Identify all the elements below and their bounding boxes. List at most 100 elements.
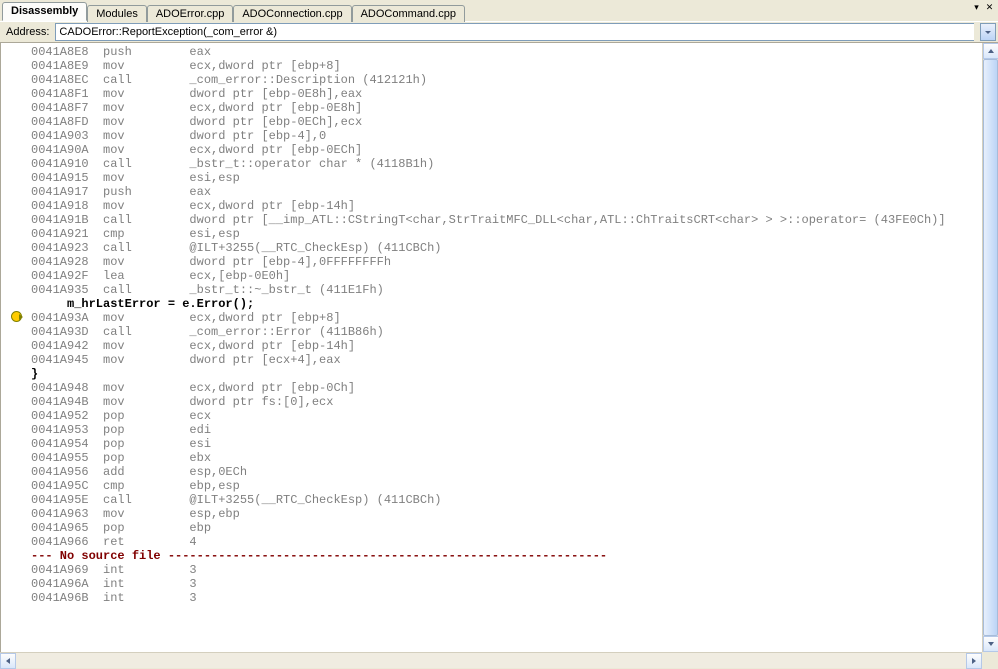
line-text: 0041A915 mov esi,esp	[31, 171, 247, 185]
disasm-line[interactable]: 0041A8F7 mov ecx,dword ptr [ebp-0E8h]	[1, 101, 997, 115]
line-text: 0041A8F7 mov ecx,dword ptr [ebp-0E8h]	[31, 101, 369, 115]
line-text: 0041A8F1 mov dword ptr [ebp-0E8h],eax	[31, 87, 369, 101]
line-text: 0041A952 pop ecx	[31, 409, 225, 423]
horizontal-scrollbar[interactable]	[0, 652, 982, 668]
disasm-line[interactable]: 0041A918 mov ecx,dword ptr [ebp-14h]	[1, 199, 997, 213]
current-instruction-icon	[11, 311, 22, 322]
address-dropdown-button[interactable]	[980, 23, 996, 41]
address-bar: Address:	[0, 21, 998, 43]
disasm-line[interactable]: 0041A952 pop ecx	[1, 409, 997, 423]
disasm-line[interactable]: 0041A923 call @ILT+3255(__RTC_CheckEsp) …	[1, 241, 997, 255]
window-controls: ▾ ✕	[970, 2, 996, 14]
line-text: 0041A918 mov ecx,dword ptr [ebp-14h]	[31, 199, 362, 213]
disasm-line[interactable]: 0041A90A mov ecx,dword ptr [ebp-0ECh]	[1, 143, 997, 157]
tab-adoerror[interactable]: ADOError.cpp	[147, 5, 233, 22]
scroll-up-button[interactable]	[983, 43, 998, 59]
line-text: 0041A965 pop ebp	[31, 521, 225, 535]
disasm-line[interactable]: 0041A93A mov ecx,dword ptr [ebp+8]	[1, 311, 997, 325]
disasm-line[interactable]: 0041A8EC call _com_error::Description (4…	[1, 73, 997, 87]
line-text: 0041A903 mov dword ptr [ebp-4],0	[31, 129, 333, 143]
disasm-line[interactable]: 0041A966 ret 4	[1, 535, 997, 549]
disasm-line[interactable]: 0041A8F1 mov dword ptr [ebp-0E8h],eax	[1, 87, 997, 101]
line-text: 0041A93D call _com_error::Error (411B86h…	[31, 325, 391, 339]
disasm-line[interactable]: 0041A8FD mov dword ptr [ebp-0ECh],ecx	[1, 115, 997, 129]
disassembly-view: 0041A8E8 push eax 0041A8E9 mov ecx,dword…	[0, 43, 998, 652]
disasm-line[interactable]: 0041A8E8 push eax	[1, 45, 997, 59]
disasm-line[interactable]: 0041A95E call @ILT+3255(__RTC_CheckEsp) …	[1, 493, 997, 507]
tab-disassembly[interactable]: Disassembly	[2, 2, 87, 21]
line-text: 0041A923 call @ILT+3255(__RTC_CheckEsp) …	[31, 241, 449, 255]
line-text: 0041A921 cmp esi,esp	[31, 227, 247, 241]
tab-bar: Disassembly Modules ADOError.cpp ADOConn…	[0, 0, 998, 21]
disasm-line[interactable]: 0041A954 pop esi	[1, 437, 997, 451]
address-label: Address:	[6, 26, 49, 38]
scrollbar-corner	[982, 652, 998, 668]
disasm-line[interactable]: }	[1, 367, 997, 381]
line-text: 0041A966 ret 4	[31, 535, 225, 549]
disasm-line[interactable]: --- No source file ---------------------…	[1, 549, 997, 563]
line-text: 0041A935 call _bstr_t::~_bstr_t (411E1Fh…	[31, 283, 391, 297]
line-text: 0041A90A mov ecx,dword ptr [ebp-0ECh]	[31, 143, 369, 157]
tab-modules[interactable]: Modules	[87, 5, 147, 22]
disasm-line[interactable]: 0041A903 mov dword ptr [ebp-4],0	[1, 129, 997, 143]
line-text: 0041A955 pop ebx	[31, 451, 225, 465]
disasm-line[interactable]: 0041A928 mov dword ptr [ebp-4],0FFFFFFFF…	[1, 255, 997, 269]
disasm-line[interactable]: 0041A965 pop ebp	[1, 521, 997, 535]
line-text: 0041A96B int 3	[31, 591, 225, 605]
tab-adoconnection[interactable]: ADOConnection.cpp	[233, 5, 351, 22]
arrow-up-icon	[988, 49, 994, 53]
line-text: 0041A94B mov dword ptr fs:[0],ecx	[31, 395, 341, 409]
disasm-line[interactable]: 0041A955 pop ebx	[1, 451, 997, 465]
disasm-line[interactable]: 0041A945 mov dword ptr [ecx+4],eax	[1, 353, 997, 367]
line-text: 0041A954 pop esi	[31, 437, 225, 451]
disasm-line[interactable]: 0041A96B int 3	[1, 591, 997, 605]
dropdown-button[interactable]: ▾	[970, 2, 983, 14]
scroll-left-button[interactable]	[0, 653, 16, 669]
line-text: 0041A969 int 3	[31, 563, 225, 577]
disasm-line[interactable]: 0041A93D call _com_error::Error (411B86h…	[1, 325, 997, 339]
disasm-line[interactable]: 0041A921 cmp esi,esp	[1, 227, 997, 241]
close-button[interactable]: ✕	[983, 2, 996, 14]
gutter	[1, 311, 31, 326]
vertical-scrollbar[interactable]	[982, 43, 998, 652]
line-text: 0041A910 call _bstr_t::operator char * (…	[31, 157, 441, 171]
line-text: 0041A96A int 3	[31, 577, 225, 591]
line-text: --- No source file ---------------------…	[31, 549, 607, 563]
line-text: 0041A8EC call _com_error::Description (4…	[31, 73, 434, 87]
disasm-line[interactable]: 0041A969 int 3	[1, 563, 997, 577]
line-text: 0041A948 mov ecx,dword ptr [ebp-0Ch]	[31, 381, 362, 395]
line-text: 0041A8E8 push eax	[31, 45, 225, 59]
scroll-down-button[interactable]	[983, 636, 998, 652]
disasm-line[interactable]: 0041A95C cmp ebp,esp	[1, 479, 997, 493]
disasm-line[interactable]: 0041A948 mov ecx,dword ptr [ebp-0Ch]	[1, 381, 997, 395]
tab-adocommand[interactable]: ADOCommand.cpp	[352, 5, 465, 22]
disasm-line[interactable]: 0041A92F lea ecx,[ebp-0E0h]	[1, 269, 997, 283]
line-text: 0041A928 mov dword ptr [ebp-4],0FFFFFFFF…	[31, 255, 398, 269]
vertical-scroll-thumb[interactable]	[983, 59, 998, 636]
line-text: 0041A963 mov esp,ebp	[31, 507, 247, 521]
arrow-down-icon	[988, 642, 994, 646]
disasm-line[interactable]: 0041A917 push eax	[1, 185, 997, 199]
line-text: 0041A956 add esp,0ECh	[31, 465, 254, 479]
arrow-right-icon	[972, 658, 976, 664]
disasm-line[interactable]: 0041A8E9 mov ecx,dword ptr [ebp+8]	[1, 59, 997, 73]
disasm-line[interactable]: 0041A94B mov dword ptr fs:[0],ecx	[1, 395, 997, 409]
disasm-line[interactable]: 0041A96A int 3	[1, 577, 997, 591]
line-text: 0041A8E9 mov ecx,dword ptr [ebp+8]	[31, 59, 348, 73]
scroll-right-button[interactable]	[966, 653, 982, 669]
disasm-line[interactable]: m_hrLastError = e.Error();	[1, 297, 997, 311]
line-text: 0041A953 pop edi	[31, 423, 225, 437]
line-text: 0041A95E call @ILT+3255(__RTC_CheckEsp) …	[31, 493, 449, 507]
address-input[interactable]	[55, 23, 974, 41]
line-text: 0041A91B call dword ptr [__imp_ATL::CStr…	[31, 213, 953, 227]
disasm-line[interactable]: 0041A942 mov ecx,dword ptr [ebp-14h]	[1, 339, 997, 353]
line-text: 0041A95C cmp ebp,esp	[31, 479, 247, 493]
disasm-line[interactable]: 0041A910 call _bstr_t::operator char * (…	[1, 157, 997, 171]
disasm-line[interactable]: 0041A935 call _bstr_t::~_bstr_t (411E1Fh…	[1, 283, 997, 297]
disasm-line[interactable]: 0041A915 mov esi,esp	[1, 171, 997, 185]
line-text: 0041A917 push eax	[31, 185, 225, 199]
disasm-line[interactable]: 0041A91B call dword ptr [__imp_ATL::CStr…	[1, 213, 997, 227]
disasm-line[interactable]: 0041A963 mov esp,ebp	[1, 507, 997, 521]
disasm-line[interactable]: 0041A953 pop edi	[1, 423, 997, 437]
disasm-line[interactable]: 0041A956 add esp,0ECh	[1, 465, 997, 479]
